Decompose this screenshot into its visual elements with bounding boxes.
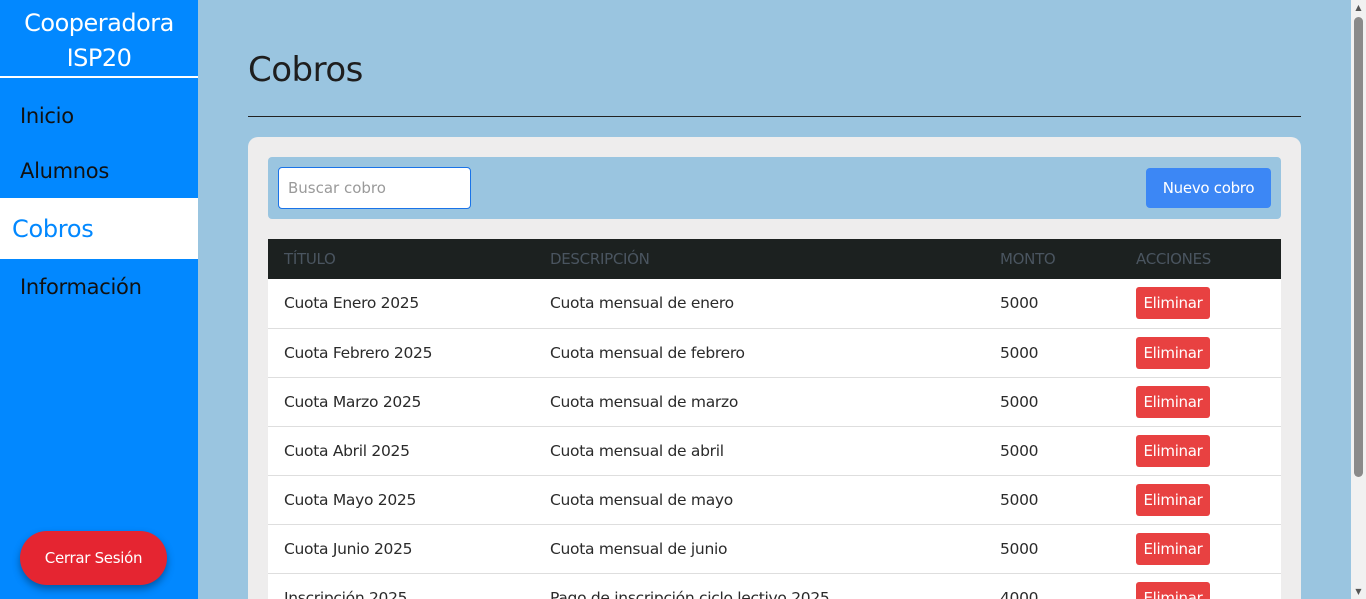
table-row: Inscripción 2025 Pago de inscripción cic…	[268, 573, 1281, 599]
cell-titulo: Cuota Junio 2025	[268, 524, 534, 574]
title-divider	[248, 116, 1301, 117]
cell-acciones: Eliminar	[1120, 475, 1281, 525]
table-row: Cuota Mayo 2025 Cuota mensual de mayo 50…	[268, 475, 1281, 525]
sidebar-nav: Inicio Alumnos Cobros Información	[0, 88, 198, 314]
cobros-table: TÍTULO DESCRIPCIÓN MONTO ACCIONES Cuota …	[268, 239, 1281, 599]
scroll-down-arrow-icon[interactable]: ▼	[1351, 584, 1366, 599]
header-descripcion: DESCRIPCIÓN	[534, 239, 984, 279]
delete-button[interactable]: Eliminar	[1136, 385, 1210, 418]
sidebar-item-inicio[interactable]: Inicio	[0, 88, 198, 143]
cell-acciones: Eliminar	[1120, 279, 1281, 329]
header-titulo: TÍTULO	[268, 239, 534, 279]
delete-button[interactable]: Eliminar	[1136, 287, 1210, 320]
cell-acciones: Eliminar	[1120, 328, 1281, 378]
cell-descripcion: Pago de inscripción ciclo lectivo 2025	[534, 573, 984, 599]
header-acciones: ACCIONES	[1120, 239, 1281, 279]
cell-descripcion: Cuota mensual de mayo	[534, 475, 984, 525]
delete-button[interactable]: Eliminar	[1136, 581, 1210, 599]
page-title: Cobros	[248, 50, 363, 90]
brand-line-1: Cooperadora	[24, 9, 174, 37]
cell-descripcion: Cuota mensual de abril	[534, 426, 984, 476]
cell-acciones: Eliminar	[1120, 426, 1281, 476]
page-scrollbar[interactable]: ▲ ▼	[1351, 0, 1366, 599]
cell-titulo: Cuota Abril 2025	[268, 426, 534, 476]
cobros-card: Nuevo cobro TÍTULO DESCRIPCIÓN MONTO ACC…	[248, 137, 1301, 599]
table-header-row: TÍTULO DESCRIPCIÓN MONTO ACCIONES	[268, 239, 1281, 279]
sidebar-item-cobros[interactable]: Cobros	[0, 198, 198, 259]
cell-descripcion: Cuota mensual de junio	[534, 524, 984, 574]
brand: Cooperadora ISP20	[0, 0, 198, 78]
cell-monto: 5000	[984, 524, 1120, 574]
delete-button[interactable]: Eliminar	[1136, 483, 1210, 516]
header-monto: MONTO	[984, 239, 1120, 279]
table-row: Cuota Marzo 2025 Cuota mensual de marzo …	[268, 377, 1281, 427]
toolbar: Nuevo cobro	[268, 157, 1281, 219]
cell-monto: 5000	[984, 279, 1120, 329]
cell-descripcion: Cuota mensual de febrero	[534, 328, 984, 378]
cell-monto: 5000	[984, 426, 1120, 476]
cell-titulo: Inscripción 2025	[268, 573, 534, 599]
scroll-thumb[interactable]	[1354, 17, 1363, 477]
delete-button[interactable]: Eliminar	[1136, 336, 1210, 369]
delete-button[interactable]: Eliminar	[1136, 532, 1210, 565]
cell-titulo: Cuota Enero 2025	[268, 279, 534, 329]
search-input[interactable]	[278, 167, 471, 209]
cell-acciones: Eliminar	[1120, 573, 1281, 599]
cell-descripcion: Cuota mensual de marzo	[534, 377, 984, 427]
delete-button[interactable]: Eliminar	[1136, 434, 1210, 467]
sidebar: Cooperadora ISP20 Inicio Alumnos Cobros …	[0, 0, 198, 599]
cell-monto: 5000	[984, 328, 1120, 378]
cell-monto: 4000	[984, 573, 1120, 599]
scroll-up-arrow-icon[interactable]: ▲	[1351, 0, 1366, 15]
table-row: Cuota Febrero 2025 Cuota mensual de febr…	[268, 328, 1281, 378]
table-row: Cuota Enero 2025 Cuota mensual de enero …	[268, 279, 1281, 329]
cell-monto: 5000	[984, 377, 1120, 427]
cell-acciones: Eliminar	[1120, 377, 1281, 427]
table-row: Cuota Junio 2025 Cuota mensual de junio …	[268, 524, 1281, 574]
cell-titulo: Cuota Febrero 2025	[268, 328, 534, 378]
cell-monto: 5000	[984, 475, 1120, 525]
logout-button[interactable]: Cerrar Sesión	[20, 531, 167, 585]
cell-descripcion: Cuota mensual de enero	[534, 279, 984, 329]
cell-titulo: Cuota Marzo 2025	[268, 377, 534, 427]
sidebar-item-informacion[interactable]: Información	[0, 259, 198, 314]
brand-line-2: ISP20	[66, 44, 132, 72]
sidebar-item-alumnos[interactable]: Alumnos	[0, 143, 198, 198]
cell-acciones: Eliminar	[1120, 524, 1281, 574]
new-cobro-button[interactable]: Nuevo cobro	[1146, 168, 1271, 208]
cell-titulo: Cuota Mayo 2025	[268, 475, 534, 525]
table-row: Cuota Abril 2025 Cuota mensual de abril …	[268, 426, 1281, 476]
